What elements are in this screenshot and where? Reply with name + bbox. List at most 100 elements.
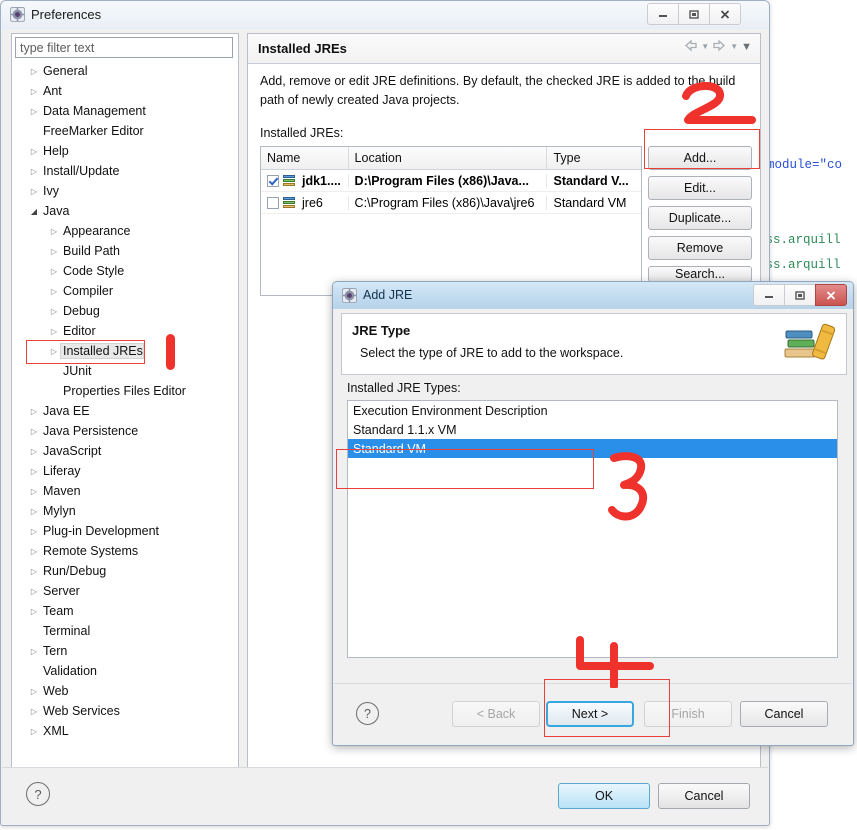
chevron-right-icon[interactable]: ▷ [47, 307, 61, 316]
jre-type-option[interactable]: Standard 1.1.x VM [348, 420, 837, 439]
column-header-location[interactable]: Location [349, 147, 548, 169]
sidebar-item-compiler[interactable]: ▷ Compiler [13, 281, 237, 301]
help-icon[interactable]: ? [26, 782, 50, 806]
chevron-right-icon[interactable]: ▷ [27, 107, 41, 116]
sidebar-item-java[interactable]: ◢ Java [13, 201, 237, 221]
maximize-button[interactable] [784, 284, 816, 306]
edit-button[interactable]: Edit... [648, 176, 752, 200]
chevron-right-icon[interactable]: ▷ [27, 607, 41, 616]
help-icon[interactable]: ? [356, 702, 379, 725]
cancel-button[interactable]: Cancel [658, 783, 750, 809]
chevron-right-icon[interactable]: ▷ [27, 647, 41, 656]
forward-arrow-icon[interactable] [712, 39, 727, 54]
sidebar-item-plug-in-development[interactable]: ▷ Plug-in Development [13, 521, 237, 541]
duplicate-button[interactable]: Duplicate... [648, 206, 752, 230]
sidebar-item-validation[interactable]: Validation [13, 661, 237, 681]
chevron-right-icon[interactable]: ▷ [27, 707, 41, 716]
sidebar-item-debug[interactable]: ▷ Debug [13, 301, 237, 321]
sidebar-item-install-update[interactable]: ▷ Install/Update [13, 161, 237, 181]
sidebar-item-server[interactable]: ▷ Server [13, 581, 237, 601]
cancel-button[interactable]: Cancel [740, 701, 828, 727]
search-button[interactable]: Search... [648, 266, 752, 282]
sidebar-item-java-ee[interactable]: ▷ Java EE [13, 401, 237, 421]
finish-button[interactable]: Finish [644, 701, 732, 727]
chevron-right-icon[interactable]: ▷ [47, 327, 61, 336]
sidebar-item-properties-files-editor[interactable]: Properties Files Editor [13, 381, 237, 401]
sidebar-item-installed-jres[interactable]: ▷ Installed JREs [13, 341, 237, 361]
minimize-button[interactable] [753, 284, 785, 306]
chevron-right-icon[interactable]: ▷ [27, 587, 41, 596]
chevron-right-icon[interactable]: ▷ [27, 727, 41, 736]
chevron-right-icon[interactable]: ▷ [27, 487, 41, 496]
remove-button[interactable]: Remove [648, 236, 752, 260]
chevron-right-icon[interactable]: ▷ [27, 547, 41, 556]
chevron-right-icon[interactable]: ▷ [47, 227, 61, 236]
jre-checkbox[interactable] [267, 174, 279, 187]
sidebar-item-terminal[interactable]: Terminal [13, 621, 237, 641]
chevron-down-icon[interactable]: ◢ [27, 207, 41, 216]
jre-type-option[interactable]: Execution Environment Description [348, 401, 837, 420]
chevron-right-icon[interactable]: ▷ [47, 247, 61, 256]
sidebar-item-freemarker-editor[interactable]: FreeMarker Editor [13, 121, 237, 141]
sidebar-item-remote-systems[interactable]: ▷ Remote Systems [13, 541, 237, 561]
sidebar-item-build-path[interactable]: ▷ Build Path [13, 241, 237, 261]
sidebar-item-junit[interactable]: JUnit [13, 361, 237, 381]
maximize-button[interactable] [678, 3, 710, 25]
sidebar-item-ivy[interactable]: ▷ Ivy [13, 181, 237, 201]
preferences-titlebar[interactable]: Preferences [1, 1, 769, 29]
preferences-tree[interactable]: ▷ General ▷ Ant ▷ Data Management FreeMarker E… [13, 61, 237, 761]
chevron-right-icon[interactable]: ▷ [27, 527, 41, 536]
table-row[interactable]: jdk1.... D:\Program Files (x86)\Java... St… [261, 170, 641, 192]
installed-jres-table[interactable]: Name Location Type jdk1.... D:\Program Fi… [260, 146, 642, 296]
add-button[interactable]: Add... [648, 146, 752, 170]
sidebar-item-xml[interactable]: ▷ XML [13, 721, 237, 741]
column-header-type[interactable]: Type [547, 147, 641, 169]
chevron-right-icon[interactable]: ▷ [47, 287, 61, 296]
column-header-name[interactable]: Name [261, 147, 349, 169]
chevron-right-icon[interactable]: ▷ [27, 167, 41, 176]
sidebar-item-data-management[interactable]: ▷ Data Management [13, 101, 237, 121]
chevron-right-icon[interactable]: ▷ [27, 467, 41, 476]
sidebar-item-run-debug[interactable]: ▷ Run/Debug [13, 561, 237, 581]
minimize-button[interactable] [647, 3, 679, 25]
sidebar-item-web-services[interactable]: ▷ Web Services [13, 701, 237, 721]
next-button[interactable]: Next > [546, 701, 634, 727]
sidebar-item-help[interactable]: ▷ Help [13, 141, 237, 161]
chevron-right-icon[interactable]: ▷ [47, 347, 61, 356]
back-dropdown-icon[interactable]: ▼ [701, 42, 709, 51]
back-arrow-icon[interactable] [683, 39, 698, 54]
chevron-right-icon[interactable]: ▷ [27, 67, 41, 76]
chevron-right-icon[interactable]: ▷ [27, 567, 41, 576]
sidebar-item-tern[interactable]: ▷ Tern [13, 641, 237, 661]
chevron-right-icon[interactable]: ▷ [27, 407, 41, 416]
ok-button[interactable]: OK [558, 783, 650, 809]
sidebar-item-appearance[interactable]: ▷ Appearance [13, 221, 237, 241]
sidebar-item-web[interactable]: ▷ Web [13, 681, 237, 701]
sidebar-item-liferay[interactable]: ▷ Liferay [13, 461, 237, 481]
chevron-right-icon[interactable]: ▷ [27, 147, 41, 156]
sidebar-item-general[interactable]: ▷ General [13, 61, 237, 81]
jre-checkbox[interactable] [267, 196, 279, 209]
sidebar-item-team[interactable]: ▷ Team [13, 601, 237, 621]
forward-dropdown-icon[interactable]: ▼ [730, 42, 738, 51]
sidebar-item-java-persistence[interactable]: ▷ Java Persistence [13, 421, 237, 441]
sidebar-item-editor[interactable]: ▷ Editor [13, 321, 237, 341]
chevron-right-icon[interactable]: ▷ [27, 507, 41, 516]
view-menu-icon[interactable]: ▼ [741, 41, 752, 53]
jre-type-option[interactable]: Standard VM [348, 439, 837, 458]
chevron-right-icon[interactable]: ▷ [27, 427, 41, 436]
sidebar-item-maven[interactable]: ▷ Maven [13, 481, 237, 501]
close-button[interactable] [815, 284, 847, 306]
chevron-right-icon[interactable]: ▷ [47, 267, 61, 276]
sidebar-item-mylyn[interactable]: ▷ Mylyn [13, 501, 237, 521]
table-row[interactable]: jre6 C:\Program Files (x86)\Java\jre6 Stan… [261, 192, 641, 214]
chevron-right-icon[interactable]: ▷ [27, 87, 41, 96]
close-button[interactable] [709, 3, 741, 25]
chevron-right-icon[interactable]: ▷ [27, 687, 41, 696]
chevron-right-icon[interactable]: ▷ [27, 187, 41, 196]
chevron-right-icon[interactable]: ▷ [27, 447, 41, 456]
filter-input[interactable] [15, 37, 233, 58]
sidebar-item-ant[interactable]: ▷ Ant [13, 81, 237, 101]
back-button[interactable]: < Back [452, 701, 540, 727]
sidebar-item-code-style[interactable]: ▷ Code Style [13, 261, 237, 281]
